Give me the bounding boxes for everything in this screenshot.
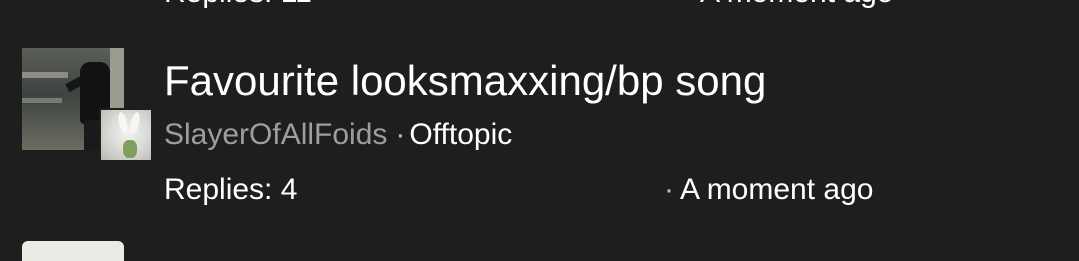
previous-thread-replies: Replies: 11 bbox=[164, 0, 312, 10]
thread-time-label: A moment ago bbox=[680, 173, 874, 206]
rabbit-ear-left bbox=[116, 111, 130, 135]
previous-thread-time: A moment ago bbox=[700, 0, 893, 10]
thread-category[interactable]: Offtopic bbox=[409, 118, 512, 151]
thread-meta: SlayerOfAllFoids · Offtopic bbox=[164, 118, 512, 152]
author-avatar[interactable] bbox=[99, 108, 153, 162]
rabbit-ear-right bbox=[128, 111, 142, 135]
meta-separator: · bbox=[395, 118, 406, 151]
thread-time: · A moment ago bbox=[664, 173, 873, 207]
thread-title[interactable]: Favourite looksmaxxing/bp song bbox=[164, 57, 766, 105]
avatar-shelf bbox=[22, 72, 68, 78]
rabbit-sprig bbox=[123, 140, 137, 158]
thread-row[interactable]: Favourite looksmaxxing/bp song SlayerOfA… bbox=[0, 40, 1079, 225]
next-thread-avatar[interactable] bbox=[22, 241, 124, 261]
thread-replies: Replies: 4 bbox=[164, 173, 298, 206]
avatar-shelf-lower bbox=[22, 98, 62, 103]
time-separator: · bbox=[664, 173, 674, 206]
previous-thread-row[interactable]: Replies: 11 A moment ago bbox=[0, 0, 1079, 12]
thread-author[interactable]: SlayerOfAllFoids bbox=[164, 118, 387, 151]
